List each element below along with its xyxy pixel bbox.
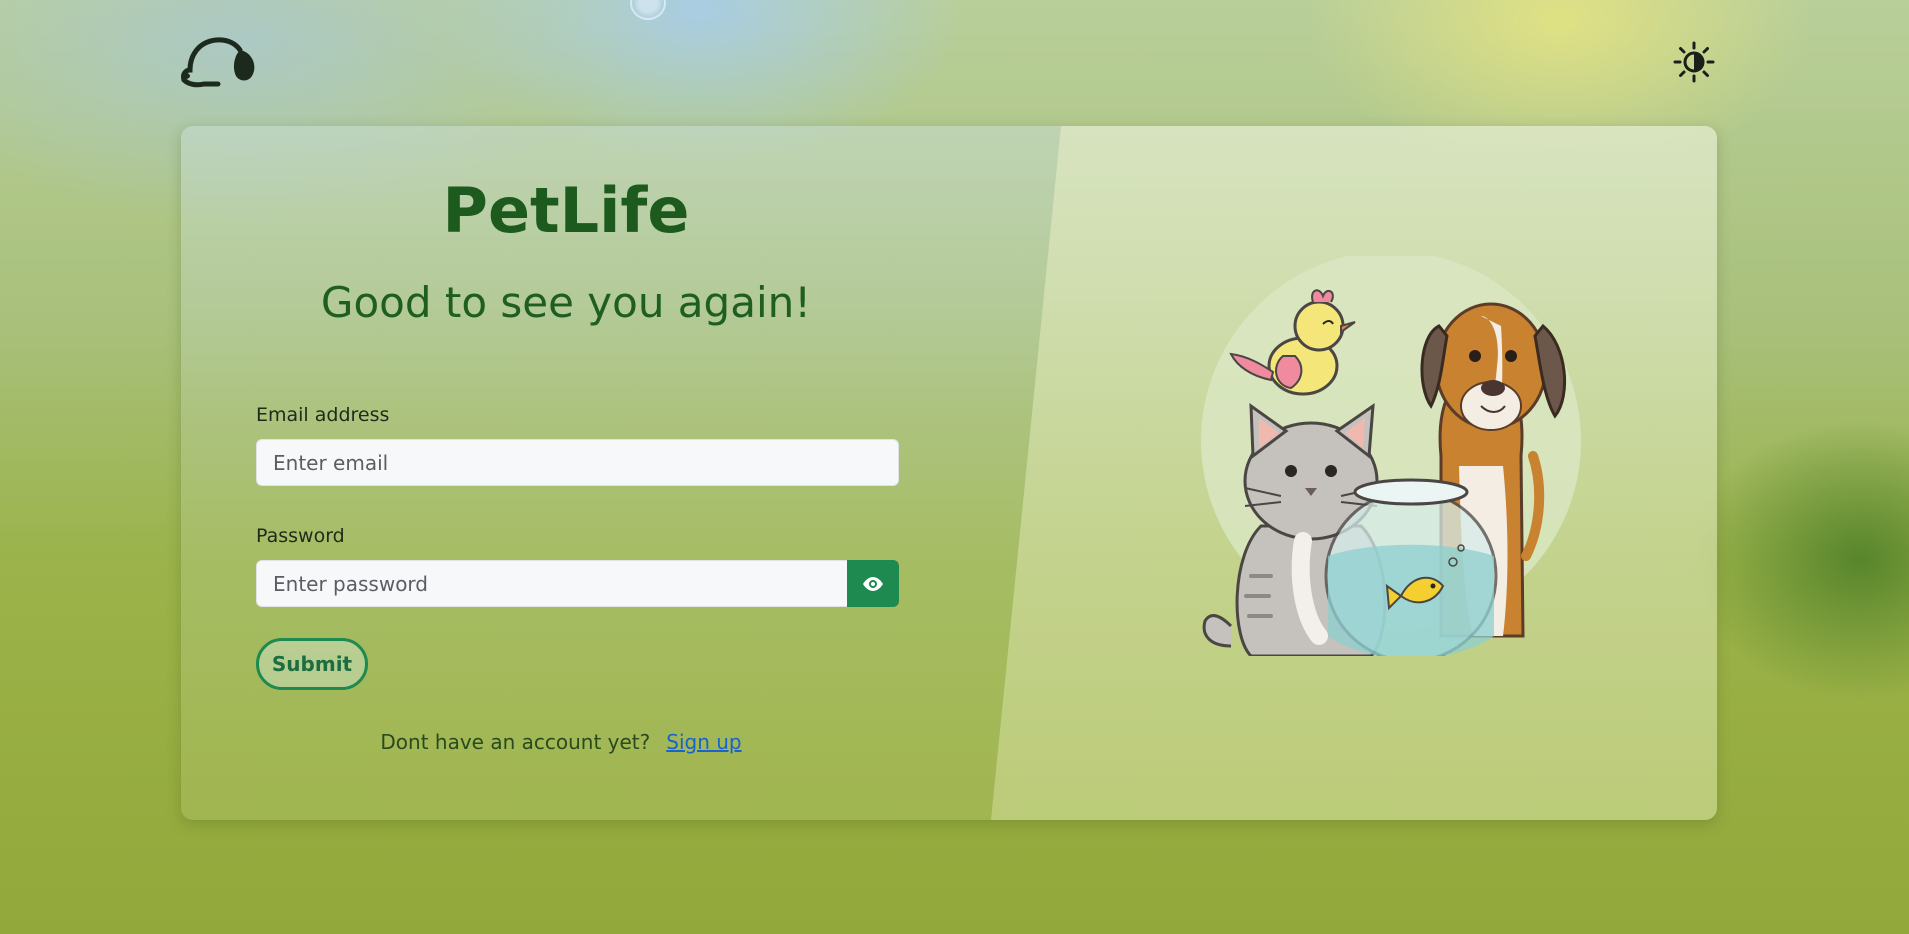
greeting-heading: Good to see you again! xyxy=(320,278,812,327)
signup-link[interactable]: Sign up xyxy=(666,730,741,754)
theme-toggle-button[interactable] xyxy=(1672,40,1716,84)
email-field[interactable] xyxy=(256,439,899,486)
submit-button[interactable]: Submit xyxy=(256,638,368,690)
brand-title: PetLife xyxy=(442,174,690,247)
password-label: Password xyxy=(256,525,345,547)
show-password-button[interactable] xyxy=(847,560,899,607)
dog-head-icon[interactable] xyxy=(178,34,256,90)
email-label: Email address xyxy=(256,404,390,426)
login-card: PetLife Good to see you again! Email add… xyxy=(181,126,1717,820)
signup-prompt: Dont have an account yet? xyxy=(380,730,651,754)
pets-illustration xyxy=(1191,251,1611,663)
decorative-orb xyxy=(630,0,666,20)
eye-icon xyxy=(863,576,883,591)
signup-row: Dont have an account yet? Sign up xyxy=(181,730,901,754)
sun-contrast-icon xyxy=(1673,41,1715,83)
password-field[interactable] xyxy=(256,560,848,607)
